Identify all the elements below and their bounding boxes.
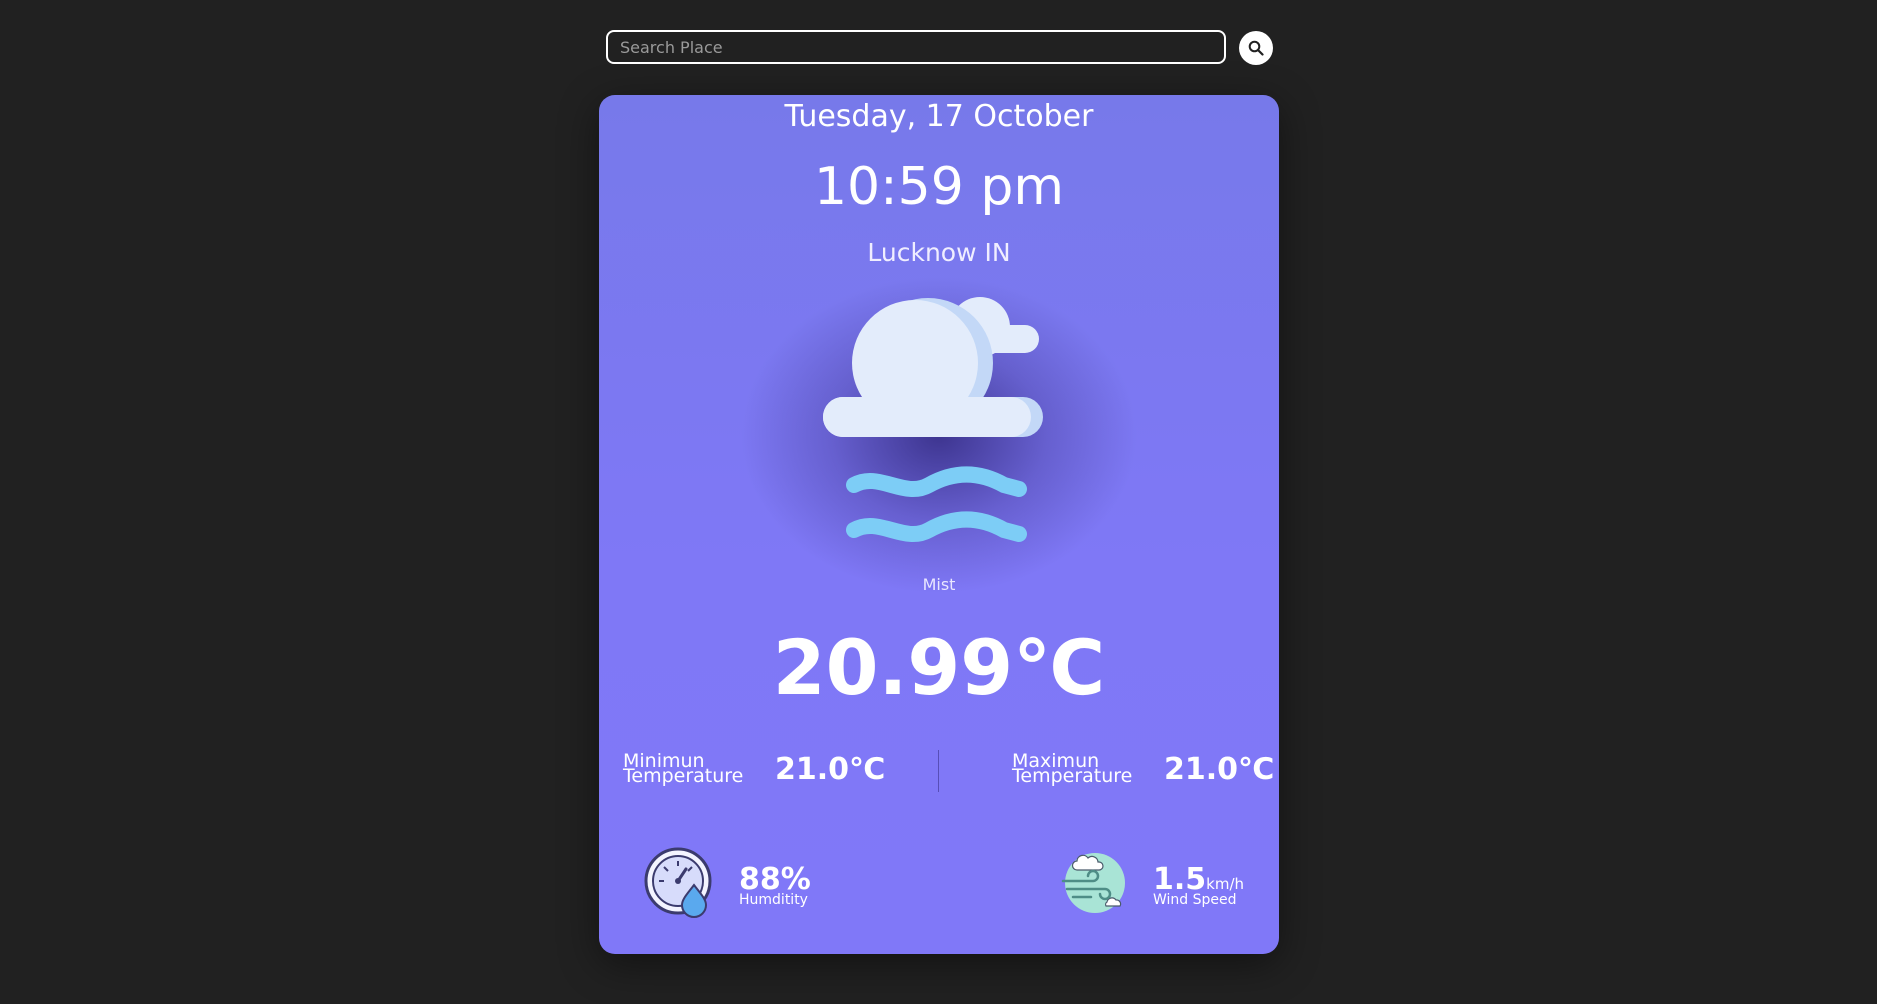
min-temp-label: Minimun Temperature: [623, 752, 744, 787]
max-temp-label: Maximun Temperature: [1012, 752, 1133, 787]
wind-icon: [1061, 853, 1125, 913]
min-temp-label-line2: Temperature: [623, 765, 744, 787]
search-button[interactable]: [1239, 31, 1273, 65]
wind-speed-label: Wind Speed: [1153, 892, 1237, 908]
wind-speed-unit: km/h: [1206, 875, 1245, 893]
current-date: Tuesday, 17 October: [784, 99, 1094, 134]
mist-cloud-icon: [823, 297, 1043, 543]
humidity-value: 88%: [739, 862, 811, 897]
humidity-gauge-icon: [644, 847, 712, 918]
current-time: 10:59 pm: [813, 157, 1065, 217]
search-icon: [1248, 40, 1264, 56]
humidity-label: Humditity: [739, 892, 808, 908]
search-input[interactable]: [618, 36, 1214, 58]
max-temp-label-line2: Temperature: [1012, 765, 1133, 787]
weather-condition: Mist: [922, 575, 956, 594]
location-name: Lucknow IN: [867, 238, 1011, 267]
min-temp-value: 21.0℃: [775, 752, 886, 787]
min-max-divider: [938, 750, 939, 792]
min-max-row: Minimun Temperature 21.0℃ Maximun Temper…: [599, 750, 1279, 794]
current-temperature: 20.99℃: [772, 623, 1106, 712]
weather-card: Tuesday, 17 October 10:59 pm Lucknow IN …: [599, 95, 1279, 954]
max-temp-value: 21.0℃: [1164, 752, 1275, 787]
search-bar: [606, 30, 1226, 64]
